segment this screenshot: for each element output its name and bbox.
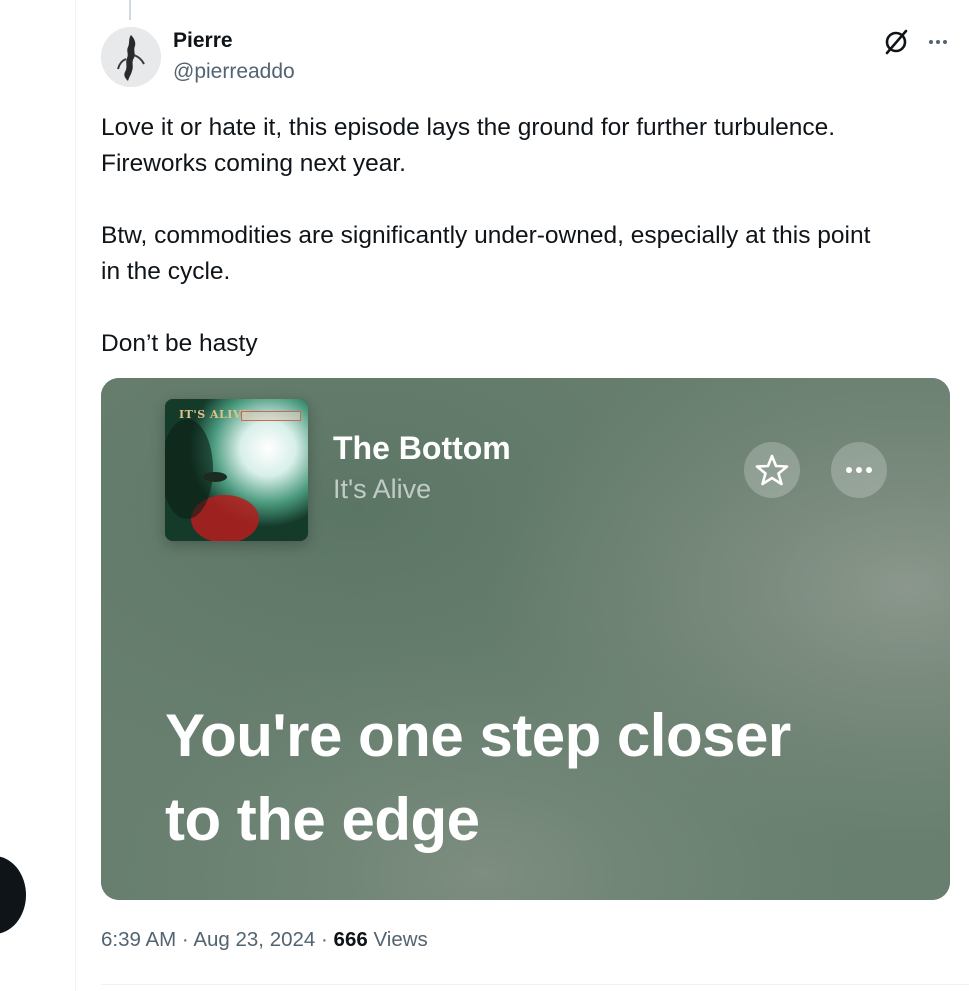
dot	[846, 467, 852, 473]
tweet-text-line: Don’t be hasty	[101, 330, 258, 357]
album-label-tag	[241, 411, 301, 421]
lyric-line: You're one step closer	[165, 702, 791, 769]
avatar[interactable]	[101, 27, 161, 87]
dot	[866, 467, 872, 473]
song-artist: It's Alive	[333, 474, 432, 504]
meta-separator: ·	[321, 928, 328, 951]
tweet-time[interactable]: 6:39 AM	[101, 928, 176, 951]
album-art: IT'S ALIVE	[165, 399, 308, 541]
bottom-divider	[101, 984, 969, 985]
dot	[943, 40, 947, 44]
more-options-icon[interactable]	[922, 26, 954, 58]
meta-separator: ·	[181, 928, 189, 951]
page: Pierre @pierreaddo Love it or hate it, t…	[0, 0, 969, 991]
column-divider	[75, 0, 76, 991]
thread-connector-line	[129, 0, 131, 20]
tweet-text-line: Btw, commodities are significantly under…	[101, 222, 871, 249]
tweet-date[interactable]: Aug 23, 2024	[193, 928, 315, 951]
star-icon	[755, 454, 789, 486]
grok-icon[interactable]	[880, 26, 912, 58]
song-title: The Bottom	[333, 430, 511, 466]
author-handle[interactable]: @pierreaddo	[173, 60, 295, 84]
views-label[interactable]: Views	[373, 928, 427, 951]
floating-action-button[interactable]	[0, 856, 26, 934]
lyrics: You're one step closer to the edge	[165, 694, 925, 862]
media-card[interactable]: IT'S ALIVE The Bottom It's Alive You're …	[101, 378, 950, 900]
favorite-button[interactable]	[744, 442, 800, 498]
tweet-meta: 6:39 AM · Aug 23, 2024 · 666 Views	[101, 928, 428, 952]
more-actions-button[interactable]	[831, 442, 887, 498]
tweet-text: Love it or hate it, this episode lays th…	[101, 110, 961, 362]
dot	[936, 40, 940, 44]
tweet-text-line: Fireworks coming next year.	[101, 150, 406, 177]
dot	[929, 40, 933, 44]
avatar-image	[101, 27, 161, 87]
author-display-name[interactable]: Pierre	[173, 29, 233, 53]
lyric-line: to the edge	[165, 786, 480, 853]
dot	[856, 467, 862, 473]
tweet-text-line: in the cycle.	[101, 258, 231, 285]
views-count[interactable]: 666	[334, 928, 368, 951]
tweet-text-line: Love it or hate it, this episode lays th…	[101, 114, 836, 141]
